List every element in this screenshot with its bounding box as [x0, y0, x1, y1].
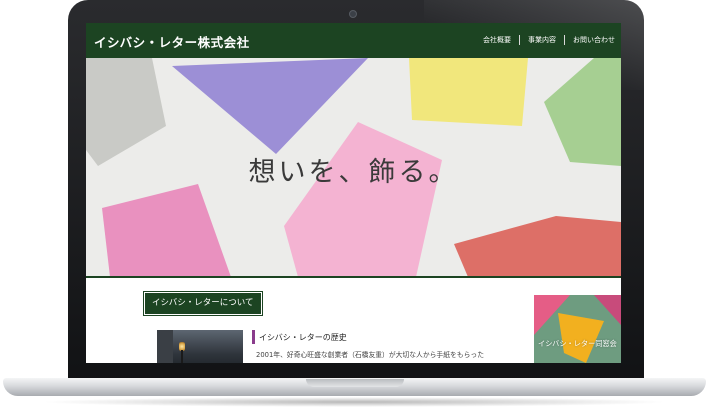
- laptop-screen: イシバシ・レター株式会社 会社概要 事業内容 お問い合わせ 想いを、飾る。 イシ…: [86, 23, 621, 363]
- building-shape: [157, 330, 173, 363]
- history-title: イシバシ・レターの歴史: [259, 333, 347, 342]
- nav-contact[interactable]: お問い合わせ: [565, 35, 615, 45]
- main-nav: 会社概要 事業内容 お問い合わせ: [475, 35, 615, 45]
- site-logo[interactable]: イシバシ・レター株式会社: [94, 32, 250, 51]
- history-photo: [157, 330, 243, 363]
- hero-tagline: 想いを、飾る。: [248, 157, 459, 188]
- purple-envelope: [172, 58, 368, 154]
- camera-icon: [349, 10, 357, 18]
- nav-company-overview[interactable]: 会社概要: [475, 35, 520, 45]
- hero-divider: [86, 276, 621, 278]
- lamp-pole: [181, 350, 183, 363]
- yellow-envelope: [409, 58, 528, 126]
- alumni-banner[interactable]: イシバシ・レター同窓会: [534, 295, 621, 363]
- about-heading: イシバシ・レターについて: [145, 293, 261, 314]
- hero-section: 想いを、飾る。: [86, 58, 621, 277]
- site-header: イシバシ・レター株式会社 会社概要 事業内容 お問い合わせ: [86, 23, 621, 58]
- pink-envelope: [284, 122, 442, 277]
- banner-graphic: [534, 295, 621, 363]
- laptop-shadow: [40, 397, 669, 407]
- history-text: 2001年、好奇心旺盛な創業者（石橋友重）が大切な人から手紙をもらった: [256, 351, 484, 359]
- history-accent-bar: [252, 330, 255, 344]
- nav-business[interactable]: 事業内容: [520, 35, 565, 45]
- rose-envelope: [102, 184, 231, 277]
- banner-label: イシバシ・レター同窓会: [538, 339, 617, 348]
- red-envelope: [454, 216, 621, 277]
- laptop-notch: [306, 379, 404, 387]
